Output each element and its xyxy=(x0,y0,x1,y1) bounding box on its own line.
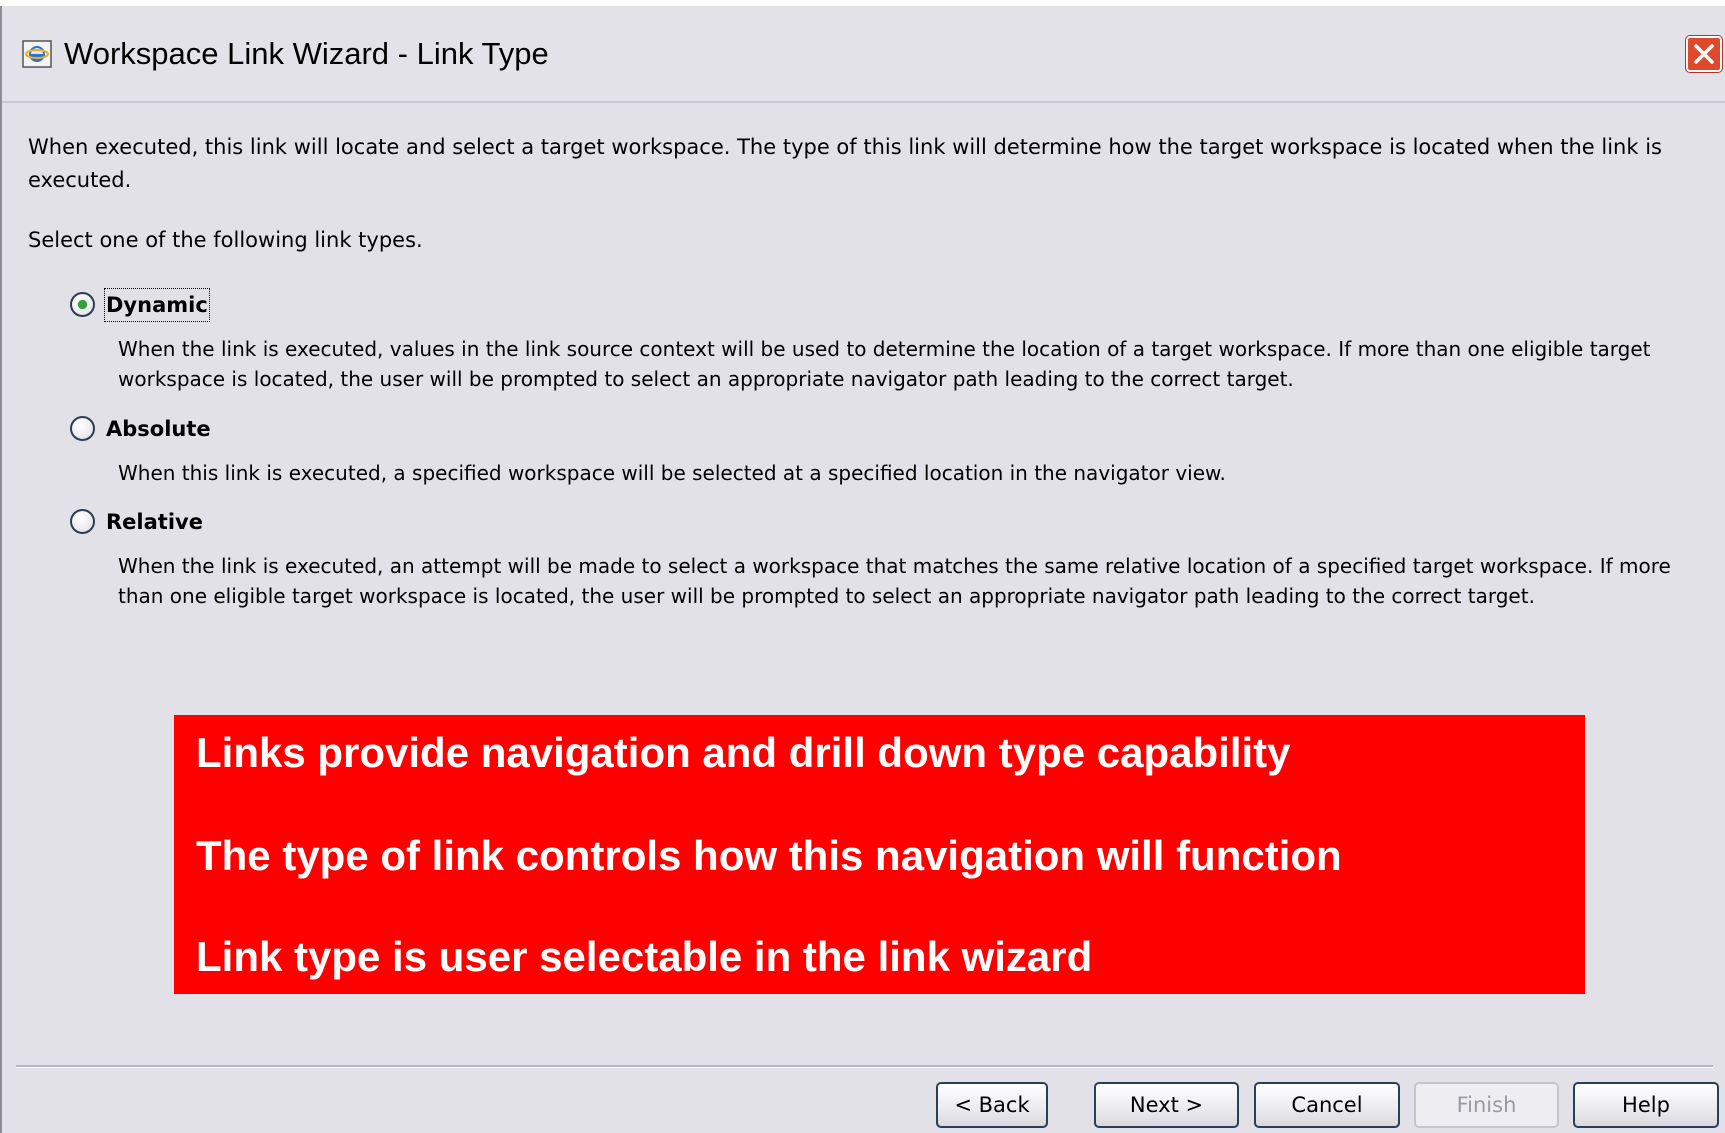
radio-dynamic[interactable] xyxy=(70,292,95,317)
wizard-window: Workspace Link Wizard - Link Type When e… xyxy=(0,6,1725,1133)
radio-relative[interactable] xyxy=(70,509,95,534)
callout-line: Links provide navigation and drill down … xyxy=(196,729,1291,776)
button-bar-divider xyxy=(16,1065,1713,1068)
intro-text: When executed, this link will locate and… xyxy=(28,135,1662,192)
radio-absolute[interactable] xyxy=(70,416,95,441)
title-divider xyxy=(2,101,1725,103)
option-label-absolute[interactable]: Absolute xyxy=(106,414,211,444)
option-desc-absolute: When this link is executed, a specified … xyxy=(118,461,1226,485)
title-bar: Workspace Link Wizard - Link Type xyxy=(2,6,1725,103)
option-desc-relative: When the link is executed, an attempt wi… xyxy=(118,554,1671,608)
callout-line: The type of link controls how this navig… xyxy=(196,832,1342,879)
finish-button: Finish xyxy=(1414,1082,1559,1128)
help-button[interactable]: Help xyxy=(1573,1082,1719,1128)
option-label-dynamic[interactable]: Dynamic xyxy=(104,288,210,322)
next-button[interactable]: Next > xyxy=(1094,1082,1239,1128)
option-label-relative[interactable]: Relative xyxy=(106,507,203,537)
callout-box: Links provide navigation and drill down … xyxy=(174,715,1585,994)
callout-line: Link type is user selectable in the link… xyxy=(196,933,1093,980)
close-button[interactable] xyxy=(1686,36,1722,72)
browser-app-icon xyxy=(22,40,52,68)
cancel-button[interactable]: Cancel xyxy=(1254,1082,1400,1128)
select-prompt: Select one of the following link types. xyxy=(28,228,423,252)
option-desc-dynamic: When the link is executed, values in the… xyxy=(118,337,1651,391)
window-title: Workspace Link Wizard - Link Type xyxy=(64,36,549,71)
back-button[interactable]: < Back xyxy=(936,1082,1048,1128)
radio-selected-dot xyxy=(78,300,87,309)
